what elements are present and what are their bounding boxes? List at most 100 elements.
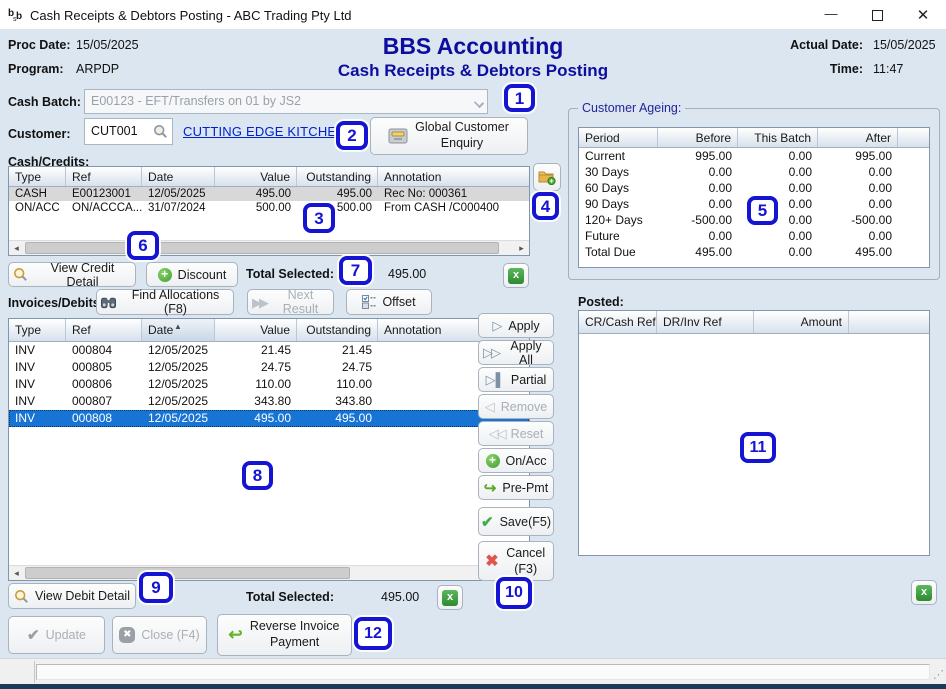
cell-after: -500.00: [818, 212, 898, 228]
column-header[interactable]: Date: [142, 167, 215, 186]
column-header-date-sorted[interactable]: ▲ Date: [142, 319, 215, 341]
chevron-down-icon[interactable]: [474, 98, 484, 108]
scroll-right-icon[interactable]: ▸: [514, 241, 529, 255]
column-header[interactable]: DR/Inv Ref: [657, 311, 754, 333]
customer-name-link[interactable]: CUTTING EDGE KITCHENS: [183, 124, 355, 139]
invoices-hscrollbar[interactable]: ◂ ▸: [9, 565, 529, 580]
discount-button[interactable]: + Discount: [146, 262, 238, 287]
sort-asc-icon: ▲: [174, 319, 182, 335]
table-row[interactable]: ON/ACC ON/ACCCA... 31/07/2024 500.00 500…: [9, 201, 529, 215]
table-row[interactable]: 30 Days 0.00 0.00 0.00: [579, 164, 929, 180]
column-header[interactable]: Type: [9, 167, 66, 186]
reset-button[interactable]: ◁◁Reset: [478, 421, 554, 446]
view-credit-detail-button[interactable]: View Credit Detail: [8, 262, 136, 287]
column-header[interactable]: Annotation: [378, 167, 529, 186]
table-row[interactable]: Total Due 495.00 0.00 495.00: [579, 244, 929, 260]
find-allocations-label: Find Allocations (F8): [122, 288, 229, 316]
actual-date-label: Actual Date:: [745, 38, 863, 52]
scroll-left-icon[interactable]: ◂: [9, 566, 24, 580]
remove-button[interactable]: ◁Remove: [478, 394, 554, 419]
customer-lookup-icon[interactable]: [153, 124, 168, 139]
annotation-9: 9: [139, 572, 173, 603]
cash-credits-hscrollbar[interactable]: ◂ ▸: [9, 240, 529, 255]
customer-code-field[interactable]: CUT001: [84, 118, 173, 145]
scroll-thumb[interactable]: [25, 567, 350, 579]
table-row[interactable]: 60 Days 0.00 0.00 0.00: [579, 180, 929, 196]
cell-date: 31/07/2024: [142, 201, 215, 215]
column-header[interactable]: Ref: [66, 319, 142, 341]
column-header[interactable]: Period: [579, 128, 658, 147]
scroll-left-icon[interactable]: ◂: [9, 241, 24, 255]
time-label: Time:: [745, 62, 863, 76]
partial-button[interactable]: ▷▌Partial: [478, 367, 554, 392]
svg-text:b: b: [16, 11, 22, 22]
table-row[interactable]: INV 000805 12/05/2025 24.75 24.75: [9, 359, 529, 376]
annotation-5: 5: [747, 196, 778, 225]
cell-value: 110.00: [215, 376, 297, 393]
table-row[interactable]: CASH E00123001 12/05/2025 495.00 495.00 …: [9, 187, 529, 201]
cell-after: 0.00: [818, 228, 898, 244]
close-f4-button[interactable]: ✖Close (F4): [112, 616, 207, 654]
table-row[interactable]: INV 000804 12/05/2025 21.45 21.45: [9, 342, 529, 359]
cell-before: 995.00: [658, 148, 738, 164]
cell-date: 12/05/2025: [142, 376, 215, 393]
table-row[interactable]: Future 0.00 0.00 0.00: [579, 228, 929, 244]
column-header[interactable]: Ref: [66, 167, 142, 186]
apply-all-button[interactable]: ▷▷Apply All: [478, 340, 554, 365]
column-header[interactable]: This Batch: [738, 128, 818, 147]
time-value: 11:47: [873, 62, 903, 76]
minimize-button[interactable]: —: [808, 0, 854, 30]
global-customer-enquiry-button[interactable]: Global Customer Enquiry: [370, 117, 528, 155]
save-button[interactable]: ✔Save(F5): [478, 507, 554, 536]
scroll-thumb[interactable]: [25, 242, 499, 254]
cell-value: 500.00: [215, 201, 297, 215]
column-header[interactable]: Before: [658, 128, 738, 147]
add-folder-icon: [538, 169, 556, 185]
column-header[interactable]: Amount: [754, 311, 849, 333]
cell-date: 12/05/2025: [142, 187, 215, 201]
update-button[interactable]: ✔Update: [8, 616, 105, 654]
cell-before: 0.00: [658, 164, 738, 180]
cell-type: CASH: [9, 187, 66, 201]
column-header[interactable]: Value: [215, 319, 297, 341]
column-header[interactable]: Value: [215, 167, 297, 186]
credit-excel-export-button[interactable]: x: [503, 263, 529, 288]
maximize-button[interactable]: [854, 0, 900, 30]
close-button[interactable]: ✕: [900, 0, 946, 30]
reverse-invoice-payment-button[interactable]: ↩Reverse Invoice Payment: [217, 614, 352, 656]
apply-button[interactable]: ▷Apply: [478, 313, 554, 338]
column-header[interactable]: Outstanding: [297, 319, 378, 341]
cell-period: Total Due: [579, 244, 658, 260]
cancel-x-icon: ✖: [485, 551, 498, 571]
debit-excel-export-button[interactable]: x: [437, 585, 463, 610]
offset-label: Offset: [382, 295, 415, 309]
table-row[interactable]: Current 995.00 0.00 995.00: [579, 148, 929, 164]
column-header[interactable]: Type: [9, 319, 66, 341]
status-panel: [36, 664, 930, 680]
add-folder-button[interactable]: [533, 163, 561, 191]
table-row-selected[interactable]: INV 000808 12/05/2025 495.00 495.00: [9, 410, 529, 427]
find-allocations-button[interactable]: Find Allocations (F8): [96, 289, 234, 315]
offset-button[interactable]: Offset: [346, 289, 432, 315]
reset-icon: ◁◁: [489, 427, 505, 440]
pre-pmt-label: Pre-Pmt: [502, 481, 548, 495]
remove-label: Remove: [501, 400, 548, 414]
on-acc-button[interactable]: +On/Acc: [478, 448, 554, 473]
invoices-debits-table: Type Ref ▲ Date Value Outstanding Annota…: [8, 318, 530, 581]
column-header[interactable]: Outstanding: [297, 167, 378, 186]
column-header[interactable]: After: [818, 128, 898, 147]
actual-date-value: 15/05/2025: [873, 38, 936, 52]
next-result-button[interactable]: ▶▶ Next Result: [247, 289, 334, 315]
cancel-button[interactable]: ✖Cancel (F3): [478, 541, 554, 581]
pre-pmt-button[interactable]: ↪Pre-Pmt: [478, 475, 554, 500]
resize-grip-icon[interactable]: ⋰: [933, 668, 944, 681]
table-row[interactable]: INV 000806 12/05/2025 110.00 110.00: [9, 376, 529, 393]
table-row[interactable]: INV 000807 12/05/2025 343.80 343.80: [9, 393, 529, 410]
posted-excel-export-button[interactable]: x: [911, 580, 937, 605]
cell-before: 495.00: [658, 244, 738, 260]
cell-outstanding: 495.00: [297, 410, 378, 427]
view-debit-detail-button[interactable]: View Debit Detail: [8, 583, 136, 609]
next-result-label: Next Result: [272, 288, 329, 316]
cash-batch-combobox[interactable]: E00123 - EFT/Transfers on 01 by JS2: [84, 89, 488, 114]
column-header[interactable]: CR/Cash Ref: [579, 311, 657, 333]
